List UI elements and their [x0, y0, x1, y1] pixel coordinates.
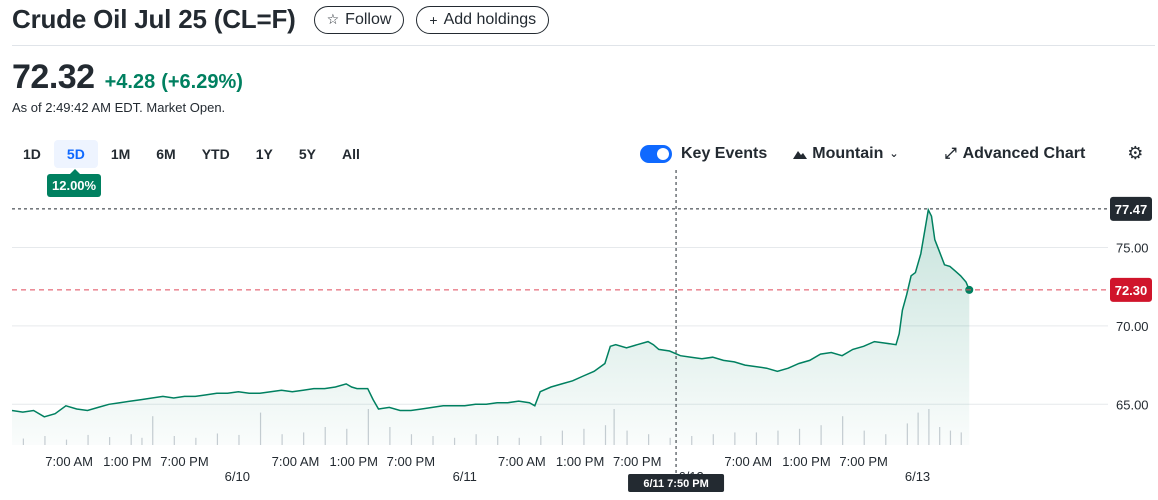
x-time-label: 7:00 PM — [839, 454, 887, 469]
y-tick-label: 75.00 — [1116, 241, 1149, 256]
x-time-label: 7:00 AM — [498, 454, 546, 469]
x-time-label: 7:00 PM — [387, 454, 435, 469]
crosshair-label: 6/11 7:50 PM — [643, 478, 708, 490]
x-time-label: 7:00 AM — [272, 454, 320, 469]
price-area — [12, 209, 970, 445]
y-tick-label: 70.00 — [1116, 319, 1149, 334]
x-date-label: 6/11 — [453, 469, 477, 484]
high-label: 77.47 — [1115, 202, 1148, 217]
price-chart[interactable]: 65.00 70.00 75.00 77.47 72.30 7:00 AM 1:00 PM 7… — [0, 0, 1158, 500]
x-time-label: 7:00 PM — [613, 454, 661, 469]
x-date-label: 6/13 — [905, 469, 930, 484]
x-time-label: 1:00 PM — [103, 454, 151, 469]
x-time-label: 7:00 AM — [724, 454, 772, 469]
x-time-label: 1:00 PM — [556, 454, 604, 469]
x-time-label: 7:00 PM — [160, 454, 208, 469]
x-time-label: 1:00 PM — [330, 454, 378, 469]
y-tick-label: 65.00 — [1116, 397, 1149, 412]
previous-close-label: 72.30 — [1115, 283, 1148, 298]
x-date-label: 6/10 — [225, 469, 250, 484]
x-time-label: 7:00 AM — [45, 454, 93, 469]
x-time-label: 1:00 PM — [782, 454, 830, 469]
